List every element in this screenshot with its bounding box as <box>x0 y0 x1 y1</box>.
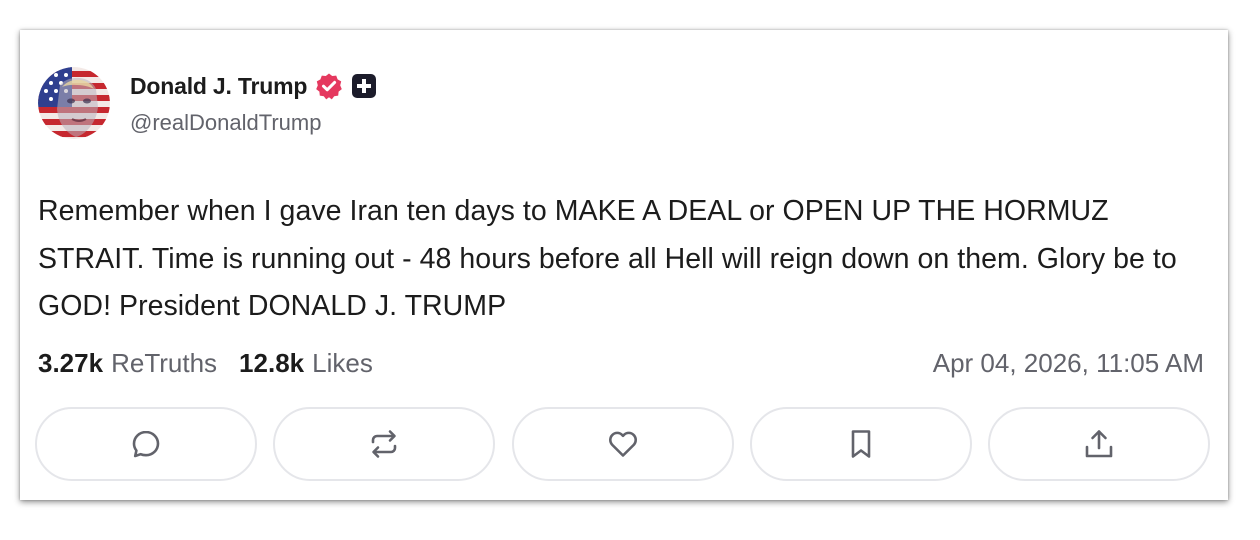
bookmark-button[interactable] <box>749 407 972 481</box>
retruth-button[interactable] <box>273 407 496 481</box>
avatar-image <box>38 67 110 139</box>
like-icon <box>608 431 637 457</box>
author-name[interactable]: Donald J. Trump <box>130 73 307 100</box>
verified-badge-icon <box>315 72 343 100</box>
reply-icon <box>132 430 160 458</box>
action-bar <box>35 407 1210 483</box>
avatar[interactable] <box>38 67 110 139</box>
author-row: Donald J. Trump <box>130 70 377 102</box>
truth-plus-icon <box>351 73 377 99</box>
retruth-icon <box>371 430 397 458</box>
retruths-label[interactable]: ReTruths <box>111 348 217 379</box>
share-icon <box>1085 430 1113 458</box>
like-button[interactable] <box>511 407 734 481</box>
post-timestamp[interactable]: Apr 04, 2026, 11:05 AM <box>933 343 1204 383</box>
post-card: Donald J. Trump @realDonaldTrump Remembe… <box>20 30 1228 500</box>
bookmark-icon <box>851 430 871 458</box>
share-button[interactable] <box>988 407 1210 481</box>
author-handle[interactable]: @realDonaldTrump <box>130 110 321 136</box>
retruths-count[interactable]: 3.27k <box>38 348 103 379</box>
post-stats: 3.27k ReTruths 12.8k Likes <box>38 343 373 383</box>
post-text: Remember when I gave Iran ten days to MA… <box>38 195 1177 322</box>
likes-label[interactable]: Likes <box>312 348 373 379</box>
reply-button[interactable] <box>35 407 257 481</box>
likes-count[interactable]: 12.8k <box>239 348 304 379</box>
